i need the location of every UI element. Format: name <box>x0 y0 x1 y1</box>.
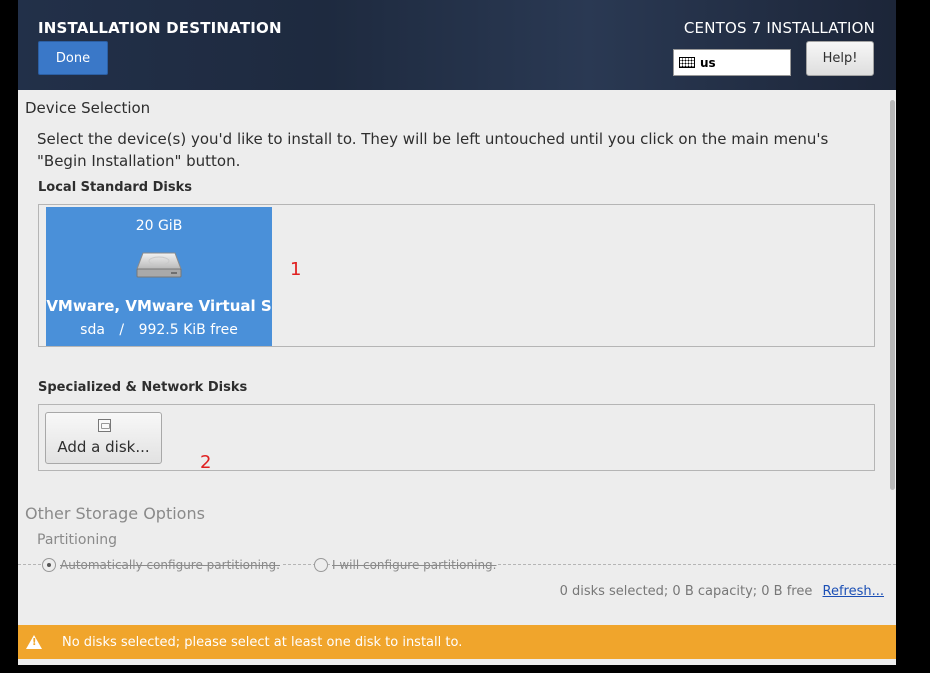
hard-disk-icon <box>136 252 182 278</box>
partitioning-title: Partitioning <box>37 532 117 548</box>
installer-window: INSTALLATION DESTINATION Done CENTOS 7 I… <box>18 0 896 665</box>
network-disks-title: Specialized & Network Disks <box>38 380 248 395</box>
disk-info: sda / 992.5 KiB free <box>46 322 272 338</box>
radio-manual-partitioning-label: I will configure partitioning. <box>330 558 499 572</box>
scrollbar[interactable] <box>890 100 895 490</box>
radio-manual-partitioning[interactable] <box>314 558 328 572</box>
disk-size: 20 GiB <box>135 218 183 234</box>
page-title: INSTALLATION DESTINATION <box>38 19 282 37</box>
header-bar: INSTALLATION DESTINATION Done CENTOS 7 I… <box>18 0 896 90</box>
keyboard-layout-label: us <box>700 55 716 70</box>
warning-text: No disks selected; please select at leas… <box>62 634 463 650</box>
done-button[interactable]: Done <box>38 41 108 75</box>
add-disk-label: Add a disk... <box>57 438 150 456</box>
warning-bar[interactable]: No disks selected; please select at leas… <box>18 625 896 659</box>
device-selection-description: Select the device(s) you'd like to insta… <box>37 130 829 170</box>
selection-summary: 0 disks selected; 0 B capacity; 0 B free… <box>560 584 884 599</box>
disk-name: VMware, VMware Virtual S <box>46 297 272 315</box>
keyboard-layout-indicator[interactable]: us <box>673 49 791 76</box>
radio-auto-partitioning-label: Automatically configure partitioning. <box>58 558 282 572</box>
device-selection-title: Device Selection <box>25 99 151 117</box>
help-button[interactable]: Help! <box>806 41 874 76</box>
disk-separator: / <box>119 322 125 338</box>
partitioning-options: Automatically configure partitioning. I … <box>18 556 896 572</box>
network-disks-panel: Add a disk... 2 <box>38 404 875 473</box>
disk-free-space: 992.5 KiB free <box>138 322 238 338</box>
product-title: CENTOS 7 INSTALLATION <box>683 19 875 37</box>
annotation-1: 1 <box>290 259 302 280</box>
warning-icon <box>26 635 42 649</box>
other-storage-title: Other Storage Options <box>25 504 205 523</box>
keyboard-icon <box>679 57 695 68</box>
summary-text: 0 disks selected; 0 B capacity; 0 B free <box>559 584 813 599</box>
refresh-link[interactable]: Refresh... <box>823 584 885 599</box>
disk-device: sda <box>80 322 105 338</box>
disk-add-icon <box>98 419 111 432</box>
disk-tile-sda[interactable]: 20 GiB VMware, VMware Virtual S sda / 99… <box>46 207 272 346</box>
radio-auto-partitioning[interactable] <box>42 558 56 572</box>
local-disks-panel: 20 GiB VMware, VMware Virtual S sda / 99… <box>38 204 875 347</box>
annotation-2: 2 <box>200 452 212 473</box>
add-disk-button[interactable]: Add a disk... <box>45 412 162 464</box>
local-disks-title: Local Standard Disks <box>38 180 192 195</box>
